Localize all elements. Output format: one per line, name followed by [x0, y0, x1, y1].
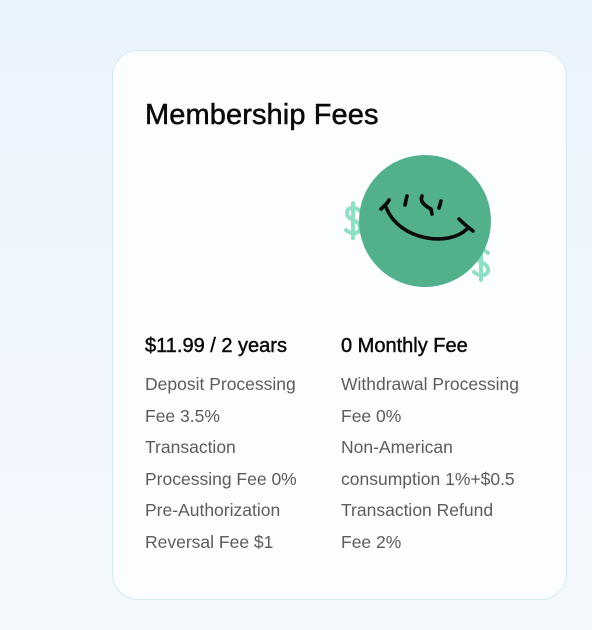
fee-column-monthly: 0 Monthly Fee Withdrawal Processing Fee … — [341, 333, 551, 559]
fee-line: Fee 3.5% — [145, 405, 220, 426]
smiley-illustration — [339, 151, 499, 296]
fee-line: Non-American — [341, 437, 453, 458]
fee-line: consumption 1%+$0.5 — [341, 468, 515, 489]
smiley-face-circle — [359, 155, 491, 287]
fee-line: Pre-Authorization — [145, 500, 281, 521]
membership-fees-card: Membership Fees $11.99 / 2 years Deposit… — [112, 50, 567, 600]
fee-line: Fee 2% — [341, 531, 402, 552]
card-title: Membership Fees — [145, 99, 379, 132]
dollar-sign-icon — [344, 201, 363, 240]
monthly-fee-heading: 0 Monthly Fee — [341, 335, 468, 357]
fee-line: Processing Fee 0% — [145, 468, 297, 489]
fee-line: Transaction Refund — [341, 500, 494, 521]
fee-line: Withdrawal Processing — [341, 374, 519, 394]
plan-price-heading: $11.99 / 2 years — [145, 335, 287, 357]
fee-line: Transaction — [145, 437, 236, 458]
fee-line: Reversal Fee $1 — [145, 531, 274, 552]
fee-line: Fee 0% — [341, 405, 402, 426]
fee-column-annual: $11.99 / 2 years Deposit Processing Fee … — [145, 333, 335, 559]
fee-line: Deposit Processing — [145, 374, 296, 394]
